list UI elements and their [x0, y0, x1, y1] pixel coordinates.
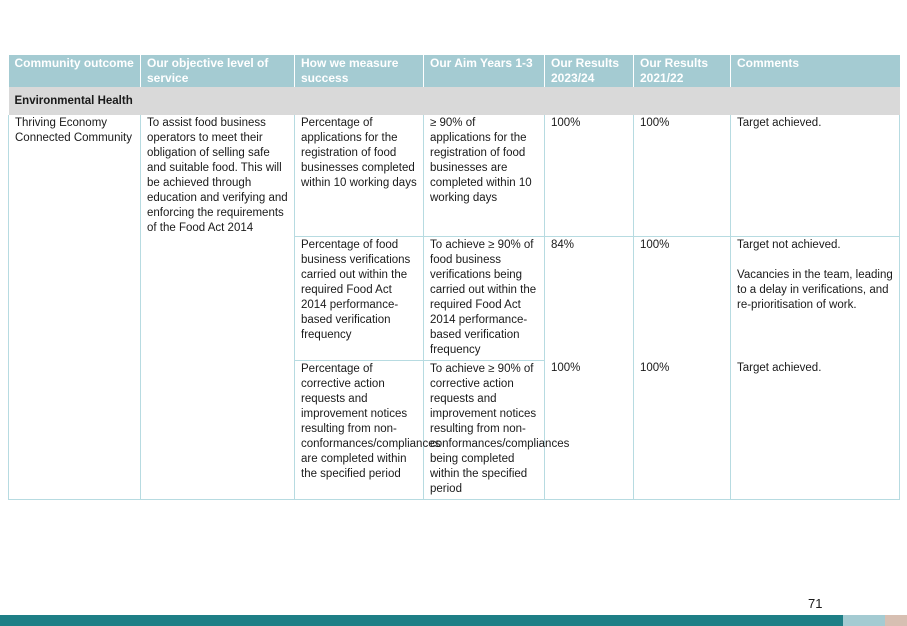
- aim-cell: To achieve ≥ 90% of corrective action re…: [423, 360, 569, 500]
- result-2023-24-cell: 100%: [544, 115, 634, 237]
- comments-cell: Target achieved.: [730, 360, 900, 500]
- table-header-row: Community outcome Our objective level of…: [8, 55, 900, 87]
- comment-text: Target achieved.: [737, 117, 822, 129]
- measure-cell: Percentage of food business verification…: [294, 236, 424, 361]
- comments-cell: Target achieved.: [730, 115, 900, 237]
- performance-table: Community outcome Our objective level of…: [8, 55, 900, 500]
- measure-cell: Percentage of applications for the regis…: [294, 115, 424, 237]
- objective-cell: To assist food business operators to mee…: [140, 115, 295, 500]
- section-title: Environmental Health: [8, 87, 900, 115]
- header-measure: How we measure success: [294, 55, 424, 87]
- result-2023-24-cell: 100%: [544, 360, 634, 500]
- header-community-outcome: Community outcome: [8, 55, 141, 87]
- page-number: 71: [808, 596, 823, 611]
- comments-cell: Target not achieved. Vacancies in the te…: [730, 236, 900, 360]
- header-results-2021-22: Our Results 2021/22: [633, 55, 731, 87]
- section-row: Environmental Health: [8, 87, 900, 115]
- result-2021-22-cell: 100%: [633, 360, 731, 500]
- community-outcome-cell: Thriving Economy Connected Community: [8, 115, 141, 500]
- footer-bar-teal: [0, 615, 843, 626]
- comment-text: Target not achieved.: [737, 238, 841, 251]
- header-results-2023-24: Our Results 2023/24: [544, 55, 634, 87]
- comment-text: Vacancies in the team, leading to a dela…: [737, 268, 893, 311]
- footer-bar-sand: [885, 615, 907, 626]
- aim-cell: To achieve ≥ 90% of food business verifi…: [423, 236, 545, 361]
- result-2021-22-cell: 100%: [633, 236, 731, 360]
- result-2021-22-cell: 100%: [633, 115, 731, 237]
- aim-cell: ≥ 90% of applications for the registrati…: [423, 115, 545, 237]
- header-objective: Our objective level of service: [140, 55, 295, 87]
- table-row: Thriving Economy Connected Community To …: [8, 115, 900, 500]
- result-2023-24-cell: 84%: [544, 236, 634, 360]
- header-comments: Comments: [730, 55, 900, 87]
- header-aim: Our Aim Years 1-3: [423, 55, 545, 87]
- measure-cell: Percentage of corrective action requests…: [294, 360, 440, 500]
- footer-bar-light: [843, 615, 885, 626]
- comment-text: Target achieved.: [737, 362, 822, 374]
